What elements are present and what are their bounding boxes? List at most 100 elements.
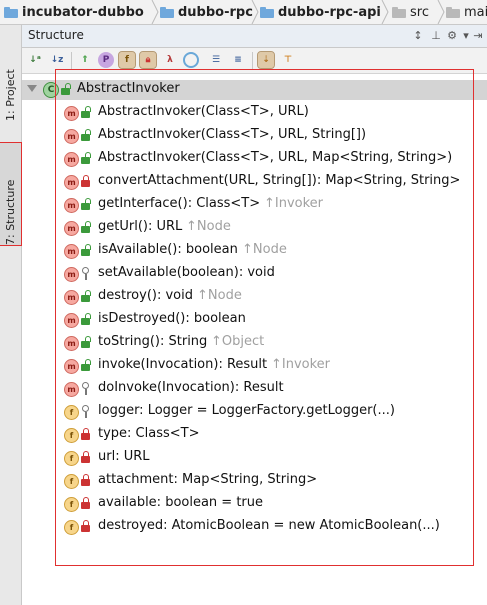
inherited-from-label: ↑Node xyxy=(186,219,231,234)
public-visibility-icon xyxy=(61,83,71,96)
expand-all-icon[interactable]: ☰ xyxy=(208,52,224,68)
public-visibility-icon xyxy=(81,198,91,211)
pin-icon[interactable]: ⊥ xyxy=(429,29,443,43)
tab-structure-label: 7: Structure xyxy=(4,179,17,245)
private-visibility-icon xyxy=(81,428,91,441)
breadcrumb-label: incubator-dubbo xyxy=(22,4,144,20)
module-folder-icon xyxy=(4,6,18,18)
folder-icon xyxy=(446,6,460,18)
member-signature: convertAttachment(URL, String[]): Map<St… xyxy=(98,173,461,188)
breadcrumb-item-dubbo-rpc[interactable]: dubbo-rpc xyxy=(160,3,253,21)
method-icon: m xyxy=(64,336,79,351)
show-non-public-icon[interactable]: 🔒︎ xyxy=(139,51,157,69)
private-visibility-icon xyxy=(81,520,91,533)
field-row[interactable]: f type: Class<T> xyxy=(22,424,487,446)
public-visibility-icon xyxy=(81,359,91,372)
tab-project-label: 1: Project xyxy=(4,69,17,121)
class-name: AbstractInvoker xyxy=(77,81,180,96)
tab-project[interactable]: 1: Project xyxy=(0,51,21,121)
private-visibility-icon xyxy=(81,451,91,464)
breadcrumb-separator-icon xyxy=(151,0,159,24)
show-properties-icon[interactable]: P xyxy=(98,52,114,68)
field-row[interactable]: f attachment: Map<String, String> xyxy=(22,470,487,492)
breadcrumb-separator-icon xyxy=(251,0,259,24)
public-visibility-icon xyxy=(81,221,91,234)
field-row[interactable]: f url: URL xyxy=(22,447,487,469)
structure-toolbar: ↓ᵃ ↓z ⇑ P f 🔒︎ λ ☰ ≡ ⇣ ⊤ xyxy=(22,48,487,74)
breadcrumb-item-dubbo-rpc-api[interactable]: dubbo-rpc-api xyxy=(260,3,381,21)
method-row[interactable]: m isAvailable(): boolean ↑Node xyxy=(22,240,487,262)
tab-structure[interactable]: 7: Structure xyxy=(0,142,22,246)
inherited-from-label: ↑Node xyxy=(197,288,242,303)
method-icon: m xyxy=(64,313,79,328)
sort-visibility-icon[interactable]: ↓ᵃ xyxy=(27,52,43,68)
field-row[interactable]: f available: boolean = true xyxy=(22,493,487,515)
tool-window-strip: 1: Project 7: Structure xyxy=(0,25,22,605)
method-row[interactable]: m invoke(Invocation): Result ↑Invoker xyxy=(22,355,487,377)
autoscroll-to-source-icon[interactable]: ⇣ xyxy=(257,51,275,69)
private-visibility-icon xyxy=(81,497,91,510)
method-icon: m xyxy=(64,152,79,167)
method-icon: m xyxy=(64,221,79,236)
member-signature: destroy(): void xyxy=(98,288,193,303)
member-signature: AbstractInvoker(Class<T>, URL) xyxy=(98,104,309,119)
breadcrumb-item-src[interactable]: src xyxy=(392,3,429,21)
autoscroll-from-source-icon[interactable]: ⊤ xyxy=(280,52,296,68)
breadcrumb-item-incubator-dubbo[interactable]: incubator-dubbo xyxy=(4,3,144,21)
sort-alpha-icon[interactable]: ↓z xyxy=(49,52,65,68)
show-fields-icon[interactable]: f xyxy=(118,51,136,69)
expand-arrow-icon[interactable] xyxy=(27,85,37,92)
field-row[interactable]: f logger: Logger = LoggerFactory.getLogge… xyxy=(22,401,487,423)
toolbar-separator xyxy=(71,52,72,69)
hide-panel-icon[interactable]: ⇥ xyxy=(471,29,485,43)
panel-title: Structure xyxy=(28,28,84,42)
method-row[interactable]: m AbstractInvoker(Class<T>, URL, Map<Stri… xyxy=(22,148,487,170)
member-signature: toString(): String xyxy=(98,334,208,349)
private-visibility-icon xyxy=(81,474,91,487)
breadcrumb-separator-icon xyxy=(437,0,445,24)
member-signature: attachment: Map<String, String> xyxy=(98,472,318,487)
field-icon: f xyxy=(64,474,79,489)
show-lambdas-icon[interactable]: λ xyxy=(162,52,178,68)
method-row[interactable]: m doInvoke(Invocation): Result xyxy=(22,378,487,400)
abstract-class-icon: C xyxy=(43,82,59,98)
collapse-all-icon[interactable]: ≡ xyxy=(230,52,246,68)
module-folder-icon xyxy=(260,6,274,18)
breadcrumb-item-main[interactable]: mai xyxy=(446,3,487,21)
method-row[interactable]: m AbstractInvoker(Class<T>, URL, String[]… xyxy=(22,125,487,147)
method-icon: m xyxy=(64,175,79,190)
method-row[interactable]: m getUrl(): URL ↑Node xyxy=(22,217,487,239)
collapse-panel-icon[interactable]: ↕ xyxy=(411,29,425,43)
field-row[interactable]: f destroyed: AtomicBoolean = new AtomicBo… xyxy=(22,516,487,538)
member-signature: invoke(Invocation): Result xyxy=(98,357,268,372)
public-visibility-icon xyxy=(81,313,91,326)
member-signature: AbstractInvoker(Class<T>, URL, Map<Strin… xyxy=(98,150,453,165)
gear-icon[interactable]: ⚙ xyxy=(445,29,459,43)
method-row[interactable]: m setAvailable(boolean): void xyxy=(22,263,487,285)
method-row[interactable]: m getInterface(): Class<T> ↑Invoker xyxy=(22,194,487,216)
member-signature: isDestroyed(): boolean xyxy=(98,311,246,326)
structure-tree: C AbstractInvoker m AbstractInvoker(Class… xyxy=(22,74,487,605)
show-anonymous-icon[interactable] xyxy=(183,52,199,68)
method-icon: m xyxy=(64,129,79,144)
member-signature: isAvailable(): boolean xyxy=(98,242,238,257)
show-inherited-icon[interactable]: ⇑ xyxy=(77,52,93,68)
method-row[interactable]: m destroy(): void ↑Node xyxy=(22,286,487,308)
public-visibility-icon xyxy=(81,244,91,257)
tree-root-row[interactable]: C AbstractInvoker xyxy=(22,80,487,100)
public-visibility-icon xyxy=(81,152,91,165)
method-row[interactable]: m isDestroyed(): boolean xyxy=(22,309,487,331)
member-signature: url: URL xyxy=(98,449,150,464)
member-signature: destroyed: AtomicBoolean = new AtomicBoo… xyxy=(98,518,440,533)
module-folder-icon xyxy=(160,6,174,18)
field-icon: f xyxy=(64,405,79,420)
method-row[interactable]: m AbstractInvoker(Class<T>, URL) xyxy=(22,102,487,124)
member-signature: available: boolean = true xyxy=(98,495,264,510)
method-row[interactable]: m convertAttachment(URL, String[]): Map<S… xyxy=(22,171,487,193)
method-row[interactable]: m toString(): String ↑Object xyxy=(22,332,487,354)
member-signature: logger: Logger = LoggerFactory.getLogger… xyxy=(98,403,395,418)
public-visibility-icon xyxy=(81,129,91,142)
breadcrumb: incubator-dubbo dubbo-rpc dubbo-rpc-api … xyxy=(0,0,487,25)
method-icon: m xyxy=(64,198,79,213)
folder-icon xyxy=(392,6,406,18)
